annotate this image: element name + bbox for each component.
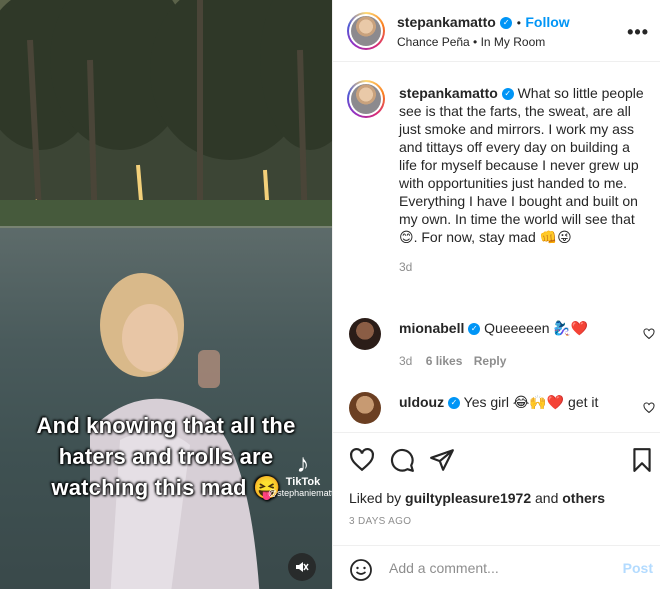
like-comment-heart-icon[interactable] [643, 328, 655, 340]
follow-button[interactable]: Follow [525, 14, 569, 30]
more-options-button[interactable]: ••• [627, 22, 649, 43]
caption-username[interactable]: stepankamatto [399, 85, 498, 101]
caption-body: What so little people see is that the fa… [399, 85, 644, 245]
comment-time[interactable]: 3d [399, 354, 412, 368]
liked-by-user[interactable]: guiltypleasure1972 [405, 490, 531, 506]
comment-username[interactable]: mionabell [399, 320, 464, 336]
tiktok-logo-icon: ♪ [296, 448, 310, 478]
post-header: stepankamatto ✓ • Follow Chance Peña • I… [333, 0, 660, 62]
comment-username[interactable]: uldouz [399, 394, 444, 410]
author-avatar[interactable] [347, 12, 385, 50]
liked-by-prefix: Liked by [349, 490, 402, 506]
post-comment-button[interactable]: Post [623, 560, 653, 576]
comment-item: uldouz ✓ Yes girl 😂🙌❤️ get it [399, 394, 629, 411]
tiktok-watermark: ♪ TikTok @stephaniematto [268, 450, 332, 498]
reply-button[interactable]: Reply [474, 354, 507, 368]
author-username[interactable]: stepankamatto [397, 14, 496, 30]
comments-list[interactable]: stepankamatto ✓ What so little people se… [333, 62, 660, 432]
comment-text: Yes girl 😂🙌❤️ get it [463, 394, 599, 410]
caption-text-block: stepankamatto ✓ What so little people se… [399, 84, 649, 276]
comment-item: mionabell ✓ Queeeeen 🧞‍♀️❤️ [399, 320, 629, 337]
caption-time[interactable]: 3d [399, 258, 649, 276]
comment-bubble-icon[interactable] [389, 447, 415, 473]
verified-badge-icon: ✓ [500, 16, 513, 29]
commenter-avatar[interactable] [349, 318, 381, 350]
audio-label[interactable]: Chance Peña • In My Room [397, 35, 545, 49]
mute-button[interactable] [288, 553, 316, 581]
verified-badge-icon: ✓ [501, 88, 514, 101]
liked-by: Liked by guiltypleasure1972 and others [349, 490, 605, 506]
liked-by-and: and [535, 490, 559, 506]
video-caption-line: And knowing that all the [36, 413, 296, 438]
commenter-avatar[interactable] [349, 392, 381, 424]
save-bookmark-icon[interactable] [629, 447, 655, 473]
like-heart-icon[interactable] [349, 447, 375, 473]
speaker-muted-icon [296, 562, 309, 572]
verified-badge-icon: ✓ [448, 397, 460, 410]
post-actions: Liked by guiltypleasure1972 and others 3… [333, 432, 660, 589]
like-comment-heart-icon[interactable] [643, 402, 655, 414]
liked-by-others[interactable]: others [562, 490, 605, 506]
add-comment-bar: Add a comment... Post [333, 545, 660, 589]
comment-input[interactable]: Add a comment... [389, 560, 499, 576]
share-paper-plane-icon[interactable] [429, 447, 455, 473]
comment-meta: 3d 6 likes Reply [399, 354, 506, 368]
post-date[interactable]: 3 DAYS AGO [349, 516, 411, 527]
emoji-icon[interactable] [349, 558, 373, 582]
forest-background [0, 0, 332, 240]
tiktok-handle: @stephaniematto [268, 488, 332, 498]
verified-badge-icon: ✓ [468, 323, 481, 336]
comment-text: Queeeeen 🧞‍♀️❤️ [484, 320, 589, 336]
video-player[interactable]: And knowing that all the haters and trol… [0, 0, 332, 589]
tiktok-brand: TikTok [285, 476, 321, 488]
comment-likes[interactable]: 6 likes [426, 354, 463, 368]
caption-author-avatar[interactable] [347, 80, 385, 118]
post-sidebar: stepankamatto ✓ • Follow Chance Peña • I… [332, 0, 660, 589]
header-separator: • [516, 16, 521, 30]
